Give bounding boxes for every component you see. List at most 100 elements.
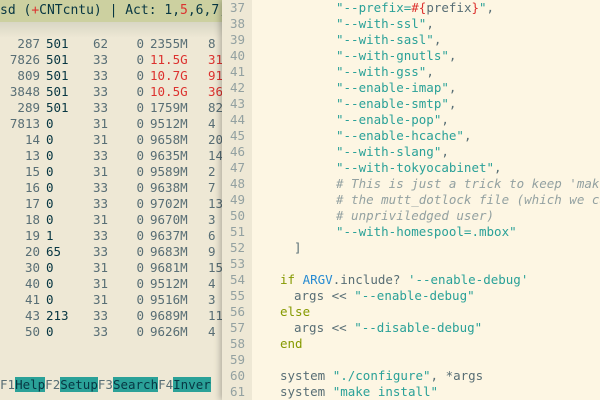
res-cell: 4	[208, 324, 216, 339]
process-row[interactable]: 14 0 31 0 9658M 20	[0, 132, 222, 148]
code-line: 52]	[222, 240, 600, 256]
header-text: ,6,7,10	[187, 3, 222, 18]
process-row[interactable]: 3848 501 33 0 10.5G 36	[0, 84, 222, 100]
code-token: ,	[426, 64, 434, 79]
res-cell: 91	[208, 68, 222, 83]
line-number: 59	[230, 352, 246, 367]
code-text: "--prefix=#{prefix}",	[336, 0, 494, 16]
nice-cell: 0	[136, 164, 144, 179]
user-cell: 0	[46, 260, 54, 275]
code-line: 41 "--with-gss",	[222, 64, 600, 80]
code-line: 51 "--with-homespool=.mbox"	[222, 224, 600, 240]
code-line: 58 end	[222, 336, 600, 352]
process-row[interactable]: 15 0 31 0 9589M 2	[0, 164, 222, 180]
pid-cell: 50	[24, 324, 40, 339]
nice-cell: 0	[136, 212, 144, 227]
function-key-label[interactable]: Help	[15, 377, 46, 392]
nice-cell: 0	[136, 116, 144, 131]
process-row[interactable]: 7826 501 33 0 11.5G 31	[0, 52, 222, 68]
code-token: "--enable-pop"	[336, 112, 442, 127]
process-row[interactable]: 17 0 33 0 9702M 13	[0, 196, 222, 212]
code-text: # This is just a trick to keep 'make i	[336, 176, 600, 192]
priority-cell: 33	[92, 196, 108, 211]
code-token: ,	[448, 48, 457, 63]
code-text: "--enable-imap",	[336, 80, 456, 96]
res-cell: 31	[208, 52, 222, 67]
res-cell: 3	[208, 212, 216, 227]
nice-cell: 0	[136, 244, 144, 259]
process-row[interactable]: 50 0 33 0 9626M 4	[0, 324, 222, 340]
process-row[interactable]: 30 0 31 0 9681M 15	[0, 260, 222, 276]
process-row[interactable]: 20 65 33 0 9683M 9	[0, 244, 222, 260]
code-token: '--enable-debug'	[407, 272, 529, 287]
process-row[interactable]: 13 0 33 0 9635M 14	[0, 148, 222, 164]
process-row[interactable]: 7813 0 31 0 9512M 4	[0, 116, 222, 132]
process-row[interactable]: 43 213 33 0 9689M 11	[0, 308, 222, 324]
virt-cell: 9702M	[150, 196, 188, 211]
process-row[interactable]: 16 0 33 0 9638M 7	[0, 180, 222, 196]
function-key-label[interactable]: Search	[112, 377, 159, 392]
code-token: # the mutt_dotlock file (which we can'	[336, 192, 600, 207]
priority-cell: 33	[92, 100, 108, 115]
virt-cell: 10.7G	[150, 68, 188, 83]
code-line: 55 args << "--enable-debug"	[222, 288, 600, 304]
code-line: 40 "--with-gnutls",	[222, 48, 600, 64]
code-editor[interactable]: 37 "--prefix=#{prefix}", 38 "--with-ssl", 39…	[222, 0, 600, 400]
code-token: "--prefix=	[336, 0, 412, 15]
pid-cell: 13	[24, 148, 40, 163]
nice-cell: 0	[136, 52, 144, 67]
res-cell: 4	[208, 276, 216, 291]
process-row[interactable]: 289 501 33 0 1759M 82	[0, 100, 222, 116]
code-token: ,	[448, 96, 457, 111]
process-row[interactable]: 40 0 31 0 9512M 4	[0, 276, 222, 292]
code-line: 37 "--prefix=#{prefix}",	[222, 0, 600, 16]
pid-cell: 287	[17, 36, 40, 51]
virt-cell: 9516M	[150, 292, 188, 307]
code-token: # This is just a trick to keep 'make i	[336, 176, 600, 191]
res-cell: 7	[208, 180, 216, 195]
res-cell: 6	[208, 228, 216, 243]
code-token: args <<	[294, 288, 355, 303]
user-cell: 501	[46, 36, 69, 51]
priority-cell: 31	[92, 116, 108, 131]
pid-cell: 17	[24, 196, 40, 211]
res-cell: 15	[208, 260, 222, 275]
pid-cell: 16	[24, 180, 40, 195]
priority-cell: 31	[92, 292, 108, 307]
process-row[interactable]: 809 501 33 0 10.7G 91	[0, 68, 222, 84]
htop-terminal[interactable]: sd (+CNTcntu) | Act: 1,5,6,7,10 28750162…	[0, 0, 222, 400]
pid-cell: 19	[24, 228, 40, 243]
function-key-bar: F1HelpF2SetupF3SearchF4Inver	[0, 376, 222, 394]
process-row[interactable]: 18 0 31 0 9670M 3	[0, 212, 222, 228]
code-text: ]	[294, 240, 302, 256]
line-number: 38	[230, 16, 246, 31]
res-cell: 14	[208, 148, 222, 163]
function-key-label[interactable]: Inver	[173, 377, 211, 392]
code-token: "--enable-hcache"	[336, 128, 464, 143]
code-text: "--with-homespool=.mbox"	[336, 224, 517, 240]
nice-cell: 0	[136, 68, 144, 83]
code-token: "--enable-smtp"	[336, 96, 449, 111]
code-token: if	[280, 272, 303, 287]
code-text: "--with-gss",	[336, 64, 434, 80]
res-cell: 4	[208, 116, 216, 131]
code-line: 60 system "./configure", *args	[222, 368, 600, 384]
code-line: 61 system "make install"	[222, 384, 600, 400]
pid-cell: 3848	[9, 84, 40, 99]
line-number: 41	[230, 64, 246, 79]
line-number: 54	[230, 272, 246, 287]
process-row[interactable]: 287 501 62 0 2355M 8	[0, 36, 222, 52]
code-text: system "./configure", *args	[280, 368, 483, 384]
priority-cell: 33	[92, 180, 108, 195]
res-cell: 11	[208, 308, 222, 323]
pid-cell: 15	[24, 164, 40, 179]
user-cell: 0	[46, 116, 54, 131]
process-row[interactable]: 19 1 33 0 9637M 6	[0, 228, 222, 244]
function-key-label[interactable]: Setup	[60, 377, 98, 392]
res-cell: 9	[208, 244, 216, 259]
code-line: 38 "--with-ssl",	[222, 16, 600, 32]
code-token: ]	[294, 240, 302, 255]
code-line: 46 "--with-slang",	[222, 144, 600, 160]
code-token: ,	[486, 0, 495, 15]
process-row[interactable]: 41 0 31 0 9516M 3	[0, 292, 222, 308]
